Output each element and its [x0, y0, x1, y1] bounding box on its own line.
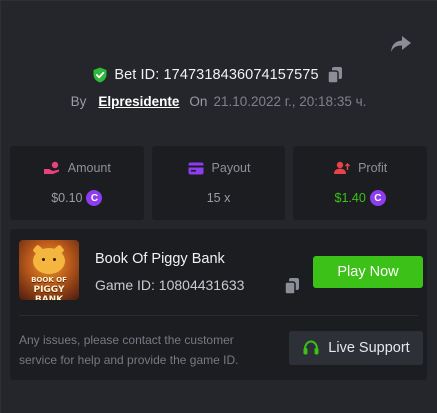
stat-payout: Payout 15 x — [151, 146, 286, 220]
thumb-pig-eye — [53, 258, 56, 261]
profit-value: $1.40 — [334, 191, 366, 205]
by-label: By — [70, 93, 87, 109]
stat-profit: Profit $1.40 C — [293, 146, 428, 220]
issue-text: Any issues, please contact the customer … — [19, 333, 239, 367]
thumb-title-line1: BOOK OF — [31, 276, 67, 284]
payout-label: Payout — [211, 161, 251, 175]
live-support-label: Live Support — [328, 340, 410, 356]
left-border — [0, 0, 1, 413]
on-label: On — [189, 93, 208, 109]
thumb-pig-eye — [42, 258, 45, 261]
amount-label: Amount — [67, 161, 111, 175]
payout-value: 15 x — [206, 191, 231, 205]
bet-id-row: Bet ID: 1747318436074157575 — [0, 64, 437, 86]
thumb-pig — [33, 248, 65, 274]
username-link[interactable]: Elpresidente — [98, 94, 179, 109]
top-border — [0, 0, 437, 1]
game-card: BOOK OF PIGGY BANK Book Of Piggy Bank Ga… — [10, 229, 427, 380]
play-now-button[interactable]: Play Now — [313, 256, 423, 288]
card-icon — [187, 161, 205, 175]
bet-id-text: Bet ID: 1747318436074157575 — [114, 67, 319, 83]
headset-icon — [303, 340, 319, 355]
coins-hand-icon — [43, 161, 61, 175]
share-icon[interactable] — [388, 33, 414, 55]
divider — [19, 315, 418, 316]
live-support-button[interactable]: Live Support — [289, 331, 423, 365]
shield-check-icon — [92, 67, 108, 83]
copy-game-id-icon[interactable] — [284, 277, 302, 295]
stat-amount: Amount $0.10 C — [10, 146, 144, 220]
stats-row: Amount $0.10 C Payout 15 x Profit $1.40 … — [10, 146, 428, 220]
profit-label: Profit — [358, 161, 388, 175]
game-id: Game ID: 10804431633 — [95, 277, 245, 293]
byline: By Elpresidente On 21.10.2022 г., 20:18:… — [0, 91, 437, 111]
coin-icon: C — [369, 190, 386, 206]
amount-value: $0.10 — [51, 191, 83, 205]
thumb-title-line2: PIGGY BANK — [33, 285, 65, 300]
coin-icon: C — [86, 190, 103, 206]
bet-date: 21.10.2022 г., 20:18:35 ч. — [213, 93, 367, 109]
copy-bet-id-icon[interactable] — [326, 66, 345, 84]
game-name: Book Of Piggy Bank — [95, 251, 225, 267]
game-thumbnail[interactable]: BOOK OF PIGGY BANK — [19, 240, 79, 300]
profit-user-icon — [333, 161, 351, 175]
